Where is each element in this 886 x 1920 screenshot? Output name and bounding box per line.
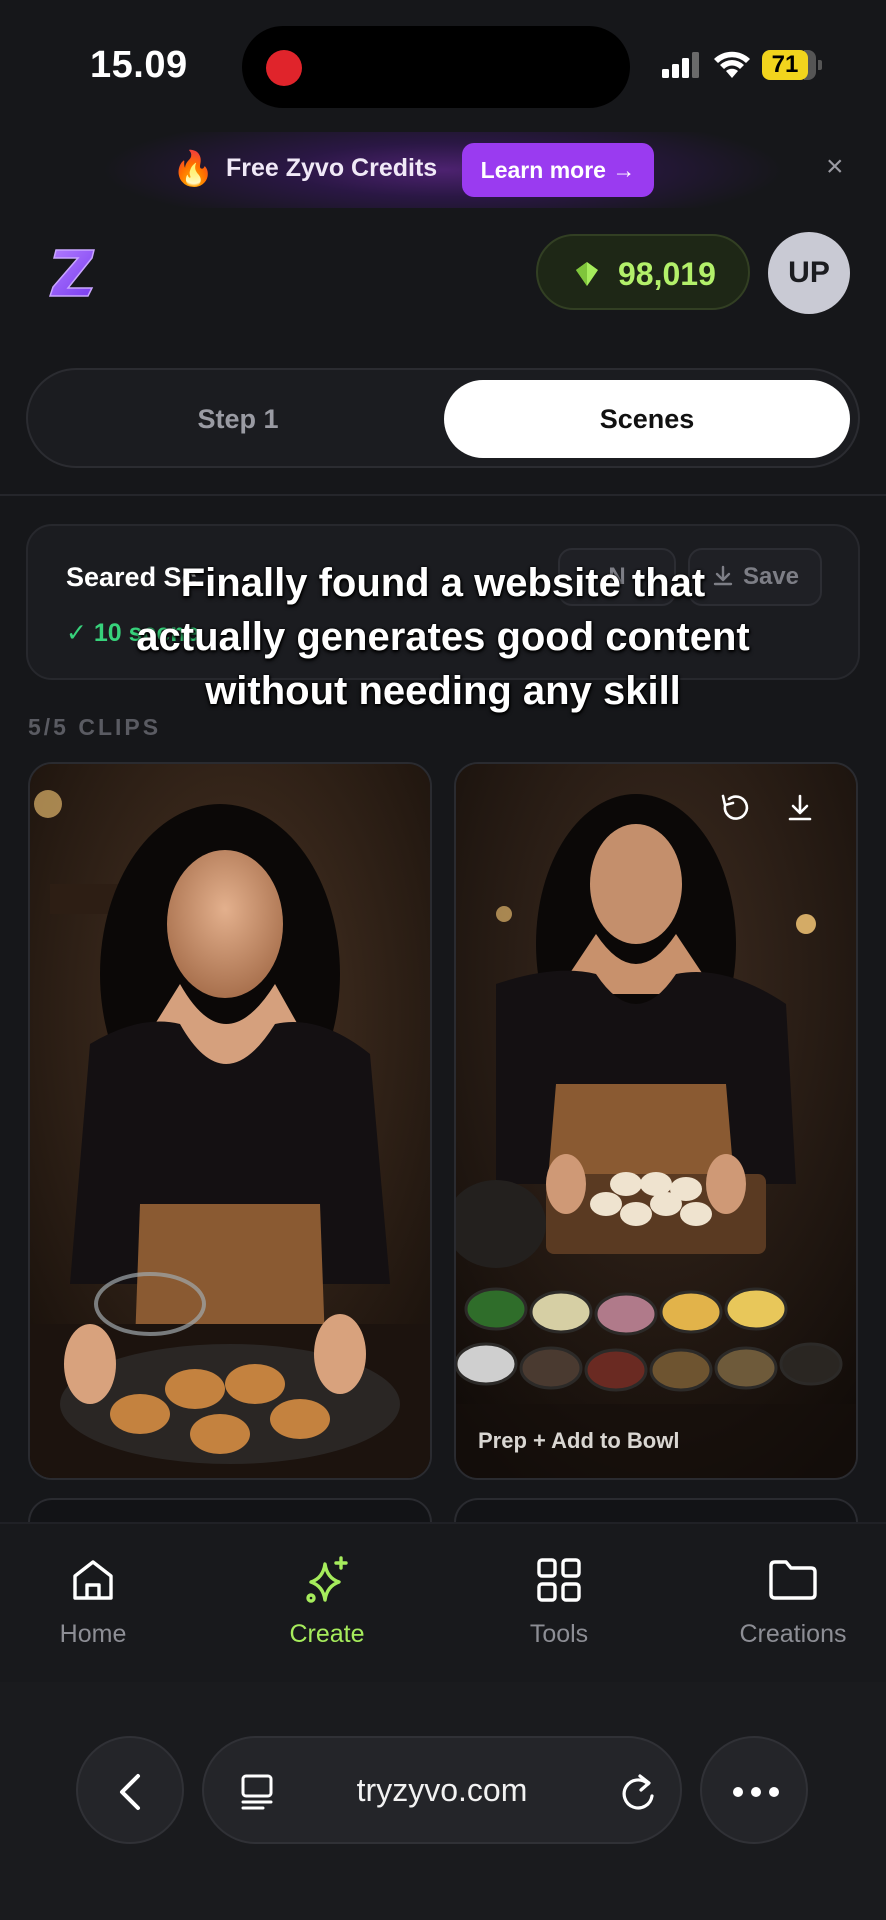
credits-balance[interactable]: 98,019 [536,234,750,310]
status-bar: 15.09 71 [0,0,886,132]
nav-label-tools: Tools [529,1620,589,1648]
dynamic-island [242,26,630,108]
clips-count-label: 5/5 CLIPS [28,714,162,740]
nav-label-create: Create [289,1620,365,1648]
recording-indicator-icon [266,50,302,86]
bottom-nav: Home Create Tools Creations [0,1522,886,1682]
more-options-button[interactable] [700,1736,808,1844]
grid-icon [537,1558,581,1602]
tab-scenes[interactable]: Scenes [444,380,850,458]
url-text: tryzyvo.com [356,1772,528,1808]
promo-text: Free Zyvo Credits [226,154,438,182]
download-icon[interactable] [780,788,820,828]
battery-icon: 71 [762,50,822,80]
avatar[interactable]: UP [768,232,850,314]
zyvo-logo[interactable] [48,244,100,300]
nav-item-tools[interactable]: Tools [464,1554,654,1649]
video-subtitle-overlay: Finally found a website that actually ge… [136,561,750,713]
clip-card[interactable] [28,762,432,1480]
nav-label-home: Home [59,1620,127,1648]
more-icon [733,1787,779,1797]
learn-more-button[interactable]: Learn more → [462,143,654,197]
regenerate-icon[interactable] [716,788,756,828]
credits-value: 98,019 [618,256,716,292]
wifi-icon [714,51,750,78]
battery-level: 71 [762,50,808,80]
nav-item-creations[interactable]: Creations [698,1554,886,1649]
browser-toolbar: tryzyvo.com [0,1682,886,1920]
step-tabs: Step 1 Scenes [26,368,860,468]
gem-icon [576,262,598,286]
tab-step-1[interactable]: Step 1 [38,380,438,458]
close-icon[interactable]: × [826,150,844,184]
folder-icon [769,1560,817,1600]
clip-thumbnail-image [456,764,856,1478]
chevron-left-icon [120,1774,140,1810]
cellular-signal-icon [662,52,699,78]
address-bar[interactable]: tryzyvo.com [202,1736,682,1844]
back-button[interactable] [76,1736,184,1844]
clip-thumbnail-image [30,764,430,1478]
divider [0,494,886,496]
nav-item-home[interactable]: Home [0,1554,188,1649]
fire-icon: 🔥 [172,150,215,188]
clip-card[interactable]: Prep + Add to Bowl [454,762,858,1480]
promo-banner: 🔥 Free Zyvo Credits Learn more → × [0,132,886,208]
nav-item-create[interactable]: Create [232,1554,422,1649]
clip-caption: Prep + Add to Bowl [478,1428,680,1453]
home-icon [73,1560,113,1600]
sparkle-icon [306,1556,348,1603]
clock: 15.09 [90,44,188,86]
nav-label-creations: Creations [739,1620,847,1648]
reload-icon[interactable] [618,1770,658,1814]
